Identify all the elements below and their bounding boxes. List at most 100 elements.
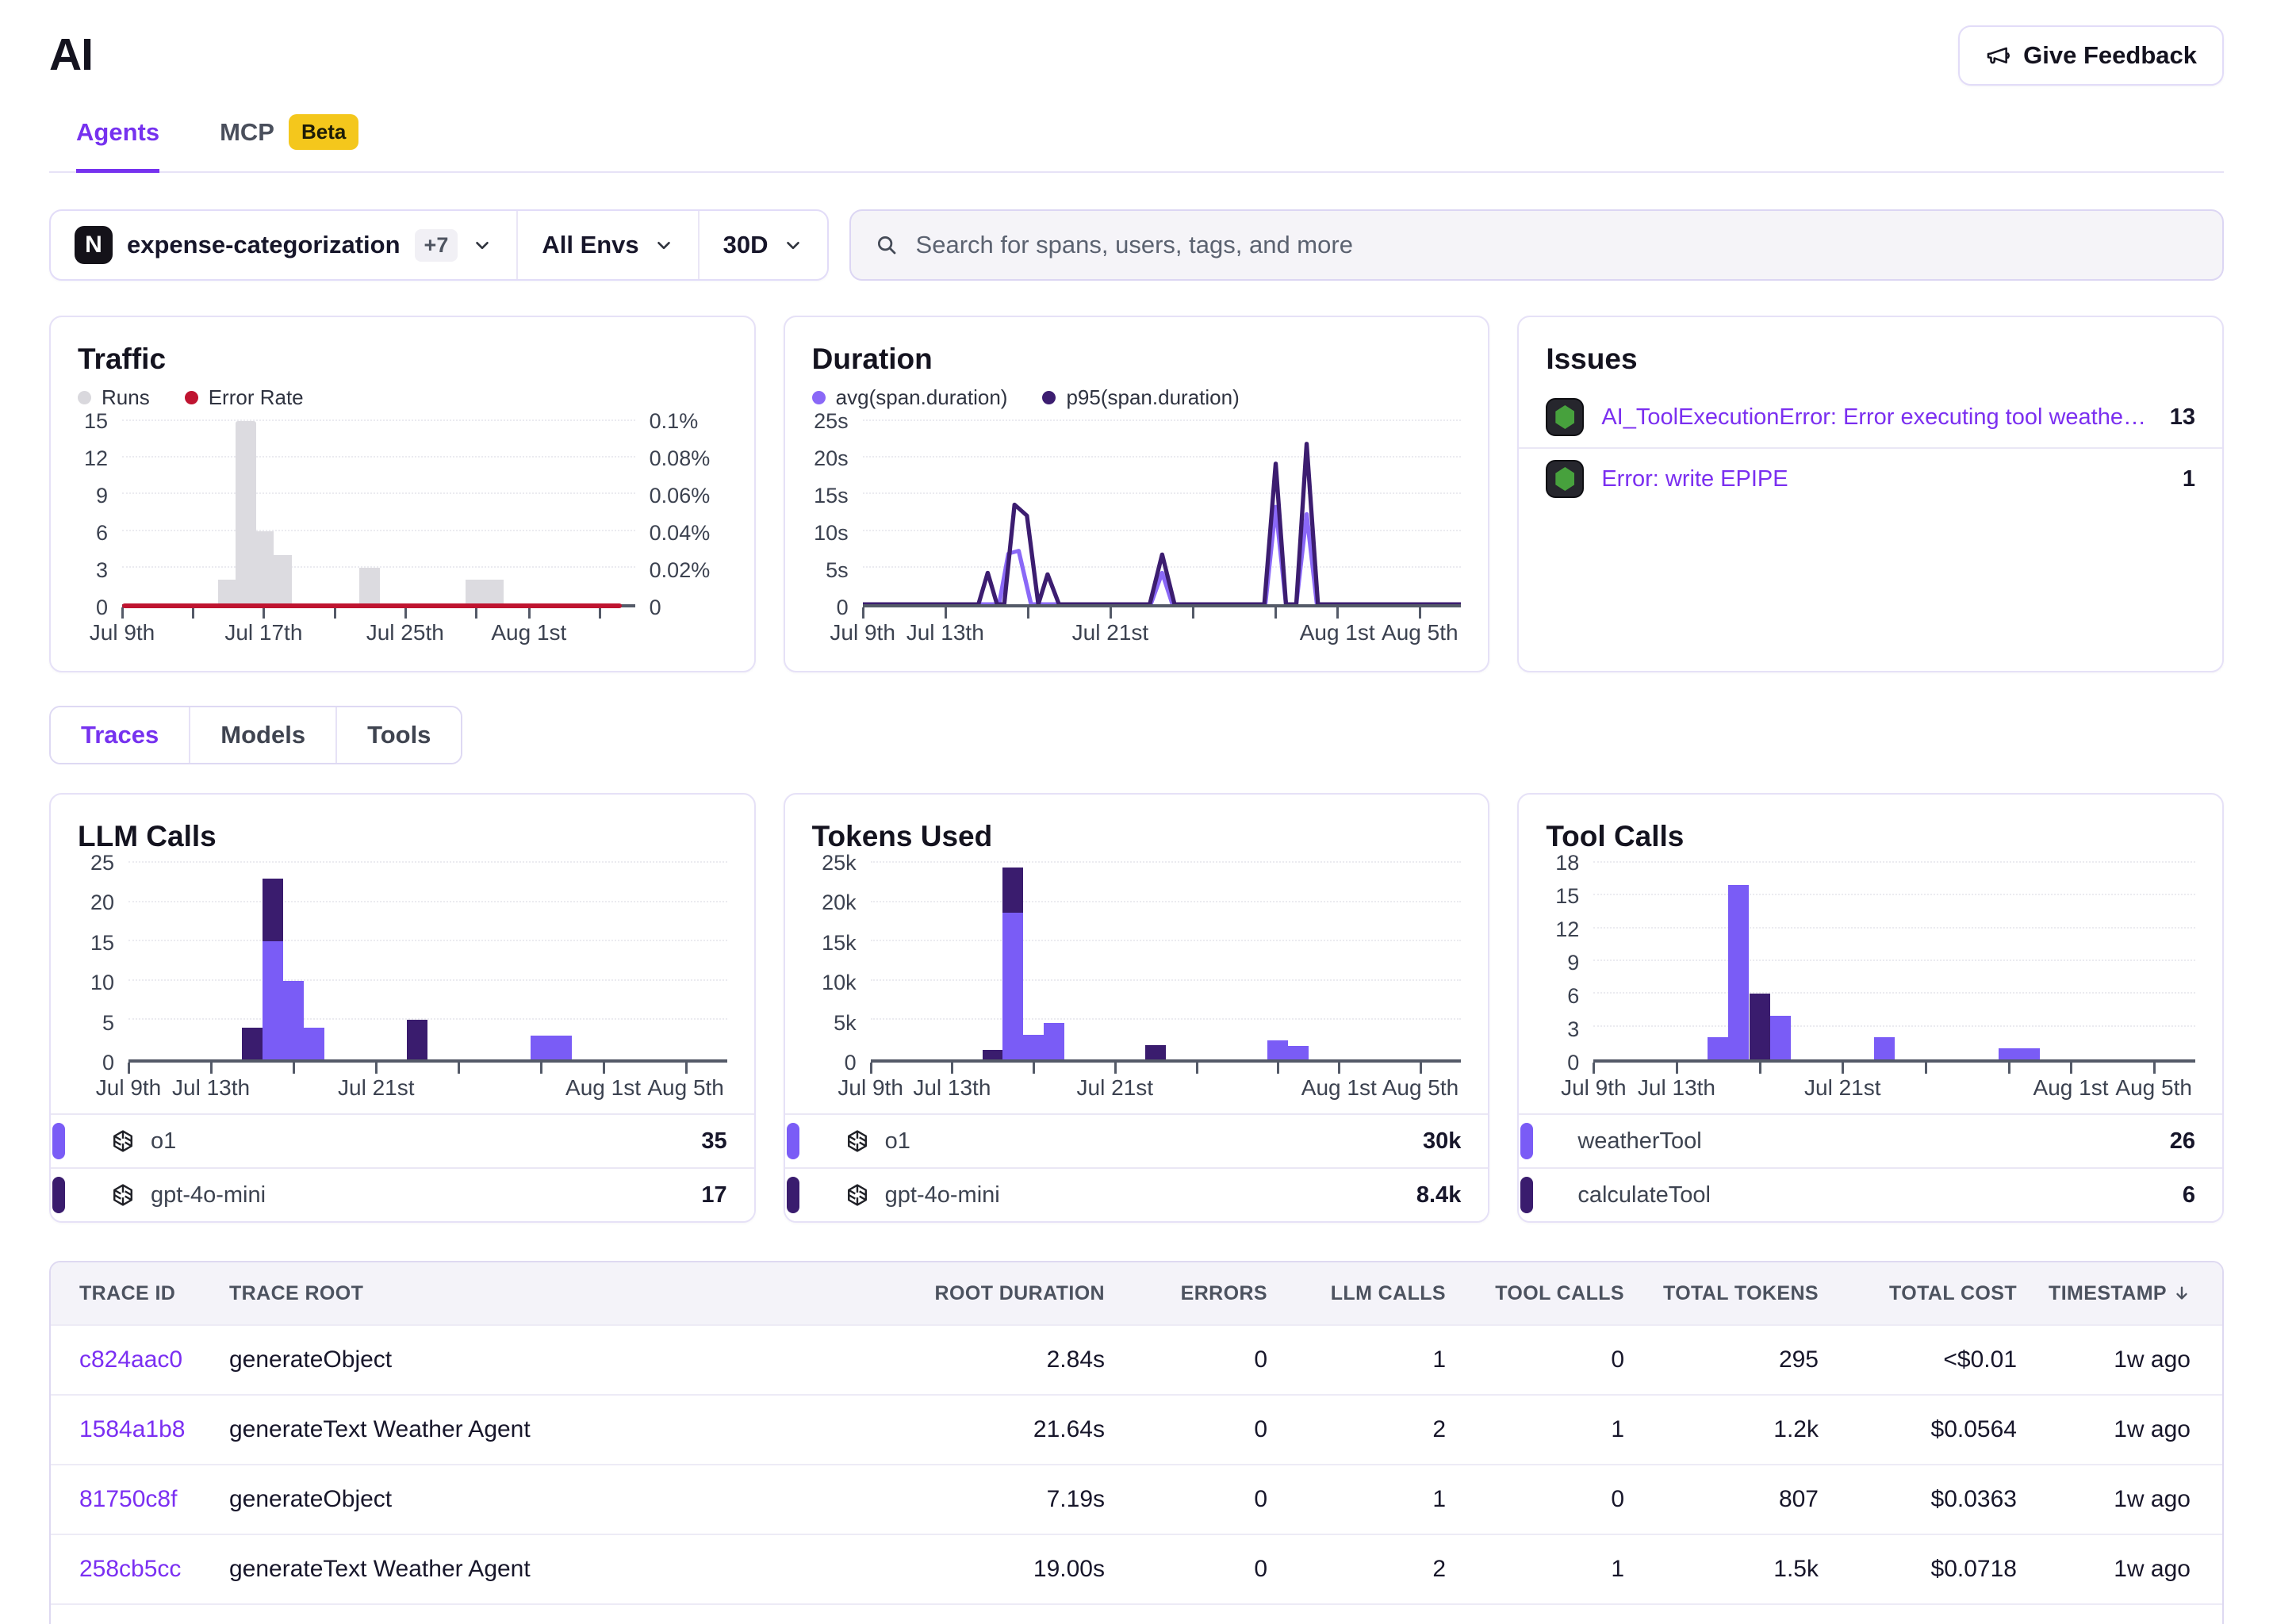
timestamp-link[interactable]: 1w ago	[2114, 1486, 2191, 1513]
series-row[interactable]: weatherTool26	[1519, 1113, 2222, 1167]
bar	[242, 863, 263, 1059]
column-header-total_tokens[interactable]: TOTAL TOKENS	[1643, 1282, 1838, 1305]
total_cost-cell: $0.0718	[1838, 1556, 2036, 1583]
chevron-down-icon	[472, 235, 493, 255]
column-header-trace_root[interactable]: TRACE ROOT	[229, 1282, 926, 1305]
subtab-traces[interactable]: Traces	[51, 707, 189, 763]
series-row[interactable]: gpt-4o-mini17	[51, 1167, 754, 1221]
trace_root-cell: generateText Weather Agent	[229, 1556, 926, 1583]
bar	[1267, 863, 1288, 1059]
bar	[1708, 863, 1728, 1059]
project-filter-dropdown[interactable]: N expense-categorization +7	[51, 211, 516, 279]
trace-id-link[interactable]: c824aac0	[79, 1346, 182, 1373]
panel-title: Issues	[1546, 343, 2195, 376]
bar	[1770, 863, 1791, 1059]
traces-table: TRACE IDTRACE ROOTROOT DURATIONERRORSLLM…	[49, 1261, 2224, 1624]
tool_calls-cell: 0	[1465, 1346, 1643, 1373]
series-value: 17	[701, 1182, 726, 1208]
total_tokens-cell: 1.2k	[1643, 1416, 1838, 1443]
subtab-models[interactable]: Models	[189, 707, 335, 763]
beta-badge: Beta	[289, 114, 358, 150]
sub-tabs: Traces Models Tools	[49, 706, 462, 764]
bar	[283, 863, 304, 1059]
bar	[1999, 863, 2019, 1059]
series-name: weatherTool	[1577, 1128, 2169, 1155]
column-header-root_duration[interactable]: ROOT DURATION	[926, 1282, 1124, 1305]
root_duration-cell: 19.00s	[926, 1556, 1124, 1583]
issues-panel: Issues AI_ToolExecutionError: Error exec…	[1517, 316, 2224, 672]
panel-title: Duration	[812, 343, 1462, 376]
tool-calls-panel: Tool Calls 0369121518Jul 9thJul 13thJul …	[1517, 793, 2224, 1223]
bar	[2019, 863, 2040, 1059]
subtab-tools[interactable]: Tools	[335, 707, 461, 763]
series-value: 8.4k	[1416, 1182, 1461, 1208]
llm_calls-cell: 1	[1286, 1346, 1465, 1373]
issue-link[interactable]: Error: write EPIPE	[1601, 466, 2165, 492]
tabs-divider	[49, 171, 2224, 173]
issue-link[interactable]: AI_ToolExecutionError: Error executing t…	[1601, 404, 2152, 431]
tool_calls-cell: 1	[1465, 1416, 1643, 1443]
issue-row[interactable]: AI_ToolExecutionError: Error executing t…	[1519, 387, 2222, 449]
trace_root-cell: generateObject	[229, 1486, 926, 1513]
trace-id-link[interactable]: 258cb5cc	[79, 1556, 181, 1582]
series-name: gpt-4o-mini	[885, 1182, 1416, 1208]
column-header-llm_calls[interactable]: LLM CALLS	[1286, 1282, 1465, 1305]
total_cost-cell: <$0.01	[1838, 1346, 2036, 1373]
llm-calls-chart: 0510152025Jul 9thJul 13thJul 21stAug 1st…	[78, 863, 727, 1104]
tab-agents[interactable]: Agents	[76, 114, 159, 173]
table-row[interactable]: c824aac0generateObject2.84s010295<$0.011…	[51, 1324, 2222, 1394]
total_tokens-cell: 1.5k	[1643, 1556, 1838, 1583]
bar	[407, 863, 427, 1059]
table-row[interactable]: 90605f78generateObject728.00ms010263<$0.…	[51, 1603, 2222, 1624]
timestamp-link[interactable]: 1w ago	[2114, 1346, 2191, 1373]
filter-group: N expense-categorization +7 All Envs 30D	[49, 209, 829, 281]
llm_calls-cell: 1	[1286, 1486, 1465, 1513]
main-tabs: Agents MCP Beta	[49, 114, 2224, 173]
issue-row[interactable]: Error: write EPIPE 1	[1519, 449, 2222, 509]
issues-list: AI_ToolExecutionError: Error executing t…	[1546, 387, 2195, 509]
bar	[1288, 863, 1309, 1059]
column-header-trace_id[interactable]: TRACE ID	[51, 1282, 229, 1305]
series-value: 26	[2170, 1128, 2195, 1155]
openai-logo-icon	[844, 1128, 871, 1155]
tab-mcp[interactable]: MCP Beta	[220, 114, 358, 173]
column-header-timestamp[interactable]: TIMESTAMP	[2036, 1282, 2222, 1305]
openai-logo-icon	[844, 1182, 871, 1208]
total_tokens-cell: 807	[1643, 1486, 1838, 1513]
bar	[551, 863, 572, 1059]
trace-id-link[interactable]: 1584a1b8	[79, 1416, 185, 1442]
series-row[interactable]: o135	[51, 1113, 754, 1167]
duration-chart: 05s10s15s20s25sJul 9thJul 13thJul 21stAu…	[812, 421, 1462, 649]
give-feedback-button[interactable]: Give Feedback	[1958, 25, 2224, 86]
timestamp-link[interactable]: 1w ago	[2114, 1416, 2191, 1443]
series-row[interactable]: o130k	[785, 1113, 1489, 1167]
column-header-tool_calls[interactable]: TOOL CALLS	[1465, 1282, 1643, 1305]
project-filter-label: expense-categorization	[127, 231, 401, 259]
date-range-dropdown[interactable]: 30D	[698, 211, 827, 279]
duration-legend: avg(span.duration)p95(span.duration)	[812, 385, 1462, 410]
trace-id-link[interactable]: 81750c8f	[79, 1486, 177, 1512]
series-name: calculateTool	[1577, 1182, 2183, 1208]
root_duration-cell: 21.64s	[926, 1416, 1124, 1443]
bug-gem-icon	[1546, 398, 1584, 436]
column-header-total_cost[interactable]: TOTAL COST	[1838, 1282, 2036, 1305]
column-header-errors[interactable]: ERRORS	[1124, 1282, 1286, 1305]
env-filter-dropdown[interactable]: All Envs	[516, 211, 697, 279]
metric-panels-row: LLM Calls 0510152025Jul 9thJul 13thJul 2…	[49, 793, 2224, 1223]
trace_root-cell: generateObject	[229, 1346, 926, 1373]
panel-title: Tokens Used	[812, 820, 1462, 853]
table-row[interactable]: 258cb5cc generateText Weather Agent19.00s…	[51, 1534, 2222, 1603]
legend-item: Runs	[78, 385, 150, 410]
panel-title: LLM Calls	[78, 820, 727, 853]
table-row[interactable]: 81750c8fgenerateObject7.19s010807$0.0363…	[51, 1464, 2222, 1534]
tokens-used-plot	[871, 863, 1462, 1063]
tokens-used-panel: Tokens Used 05k10k15k20k25kJul 9thJul 13…	[784, 793, 1490, 1223]
megaphone-icon	[1985, 43, 2010, 68]
bar	[1002, 863, 1023, 1059]
search-input[interactable]	[914, 230, 2198, 260]
table-row[interactable]: 1584a1b8generateText Weather Agent21.64s…	[51, 1394, 2222, 1464]
timestamp-link[interactable]: 1w ago	[2114, 1556, 2191, 1583]
series-row[interactable]: gpt-4o-mini8.4k	[785, 1167, 1489, 1221]
bar	[1145, 863, 1166, 1059]
series-row[interactable]: calculateTool6	[1519, 1167, 2222, 1221]
